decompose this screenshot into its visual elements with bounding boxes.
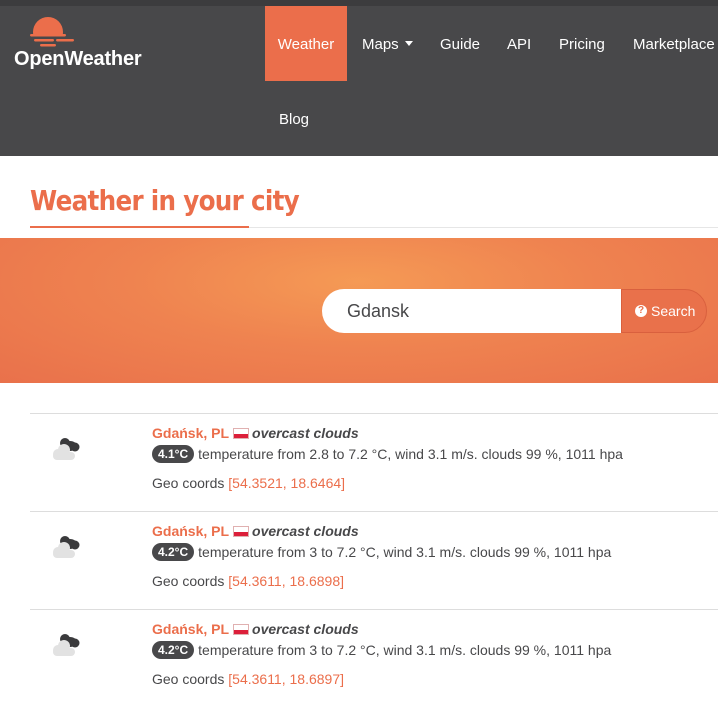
result-item: Gdańsk, PL overcast clouds 4.1°C temperat…: [30, 413, 718, 511]
result-details: 4.1°C temperature from 2.8 to 7.2 °C, wi…: [152, 445, 623, 463]
nav-pricing[interactable]: Pricing: [559, 35, 605, 55]
result-item: Gdańsk, PL overcast clouds 4.2°C temperat…: [30, 511, 718, 609]
geo-coords-link[interactable]: [54.3611, 18.6897]: [228, 671, 344, 687]
city-link[interactable]: Gdańsk, PL: [152, 425, 229, 441]
pl-flag-icon: [233, 428, 250, 439]
nav-maps-dropdown[interactable]: Maps: [362, 35, 413, 55]
search-button[interactable]: ? Search: [621, 289, 707, 333]
details-text: temperature from 3 to 7.2 °C, wind 3.1 m…: [198, 544, 612, 560]
details-text: temperature from 3 to 7.2 °C, wind 3.1 m…: [198, 642, 612, 658]
top-strip: [0, 0, 718, 6]
search-button-label: Search: [651, 303, 696, 319]
page-title: Weather in your city: [30, 184, 300, 217]
temperature-badge: 4.2°C: [152, 641, 195, 659]
question-circle-icon: ?: [635, 305, 647, 317]
result-details: 4.2°C temperature from 3 to 7.2 °C, wind…: [152, 543, 611, 561]
city-link[interactable]: Gdańsk, PL: [152, 621, 229, 637]
geo-coords-link[interactable]: [54.3611, 18.6898]: [228, 573, 344, 589]
nav-maps-label: Maps: [362, 36, 399, 53]
geo-coords-link[interactable]: [54.3521, 18.6464]: [228, 475, 345, 491]
search-input[interactable]: [322, 289, 624, 333]
overcast-clouds-icon: [53, 634, 80, 656]
temperature-badge: 4.2°C: [152, 543, 195, 561]
openweather-logo-icon: [30, 17, 74, 47]
nav-api[interactable]: API: [507, 35, 531, 55]
top-navbar: OpenWeather Weather Maps Guide API Prici…: [0, 0, 718, 156]
city-link[interactable]: Gdańsk, PL: [152, 523, 229, 539]
overcast-clouds-icon: [53, 438, 80, 460]
title-underline: [30, 226, 249, 228]
result-item: Gdańsk, PL overcast clouds 4.2°C temperat…: [30, 609, 718, 707]
pl-flag-icon: [233, 526, 250, 537]
nav-blog[interactable]: Blog: [279, 110, 309, 130]
nav-weather[interactable]: Weather: [265, 6, 347, 81]
brand-name: OpenWeather: [14, 48, 142, 70]
geo-label: Geo coords: [152, 671, 225, 687]
geo-coords: Geo coords [54.3611, 18.6897]: [152, 671, 344, 687]
geo-label: Geo coords: [152, 573, 225, 589]
details-text: temperature from 2.8 to 7.2 °C, wind 3.1…: [198, 446, 623, 462]
pl-flag-icon: [233, 624, 250, 635]
temperature-badge: 4.1°C: [152, 445, 195, 463]
nav-guide[interactable]: Guide: [440, 35, 480, 55]
result-title: Gdańsk, PL overcast clouds: [152, 425, 359, 441]
nav-marketplace[interactable]: Marketplace: [633, 35, 715, 55]
result-details: 4.2°C temperature from 3 to 7.2 °C, wind…: [152, 641, 611, 659]
weather-description: overcast clouds: [252, 425, 359, 441]
caret-down-icon: [404, 41, 413, 46]
result-title: Gdańsk, PL overcast clouds: [152, 621, 359, 637]
logo[interactable]: OpenWeather: [14, 14, 154, 74]
overcast-clouds-icon: [53, 536, 80, 558]
weather-description: overcast clouds: [252, 523, 359, 539]
geo-coords: Geo coords [54.3521, 18.6464]: [152, 475, 345, 491]
geo-coords: Geo coords [54.3611, 18.6898]: [152, 573, 344, 589]
weather-description: overcast clouds: [252, 621, 359, 637]
result-title: Gdańsk, PL overcast clouds: [152, 523, 359, 539]
geo-label: Geo coords: [152, 475, 225, 491]
